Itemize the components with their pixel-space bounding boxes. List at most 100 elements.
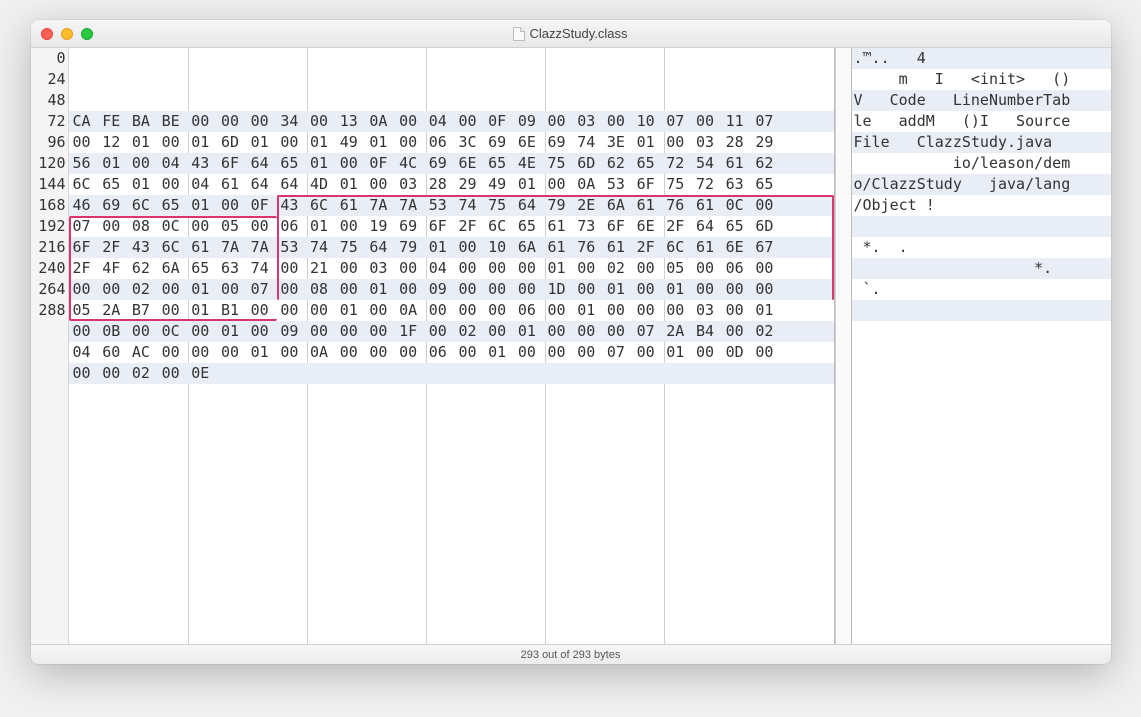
hex-byte[interactable]: 00: [73, 321, 103, 342]
hex-byte[interactable]: 61: [340, 195, 370, 216]
hex-byte[interactable]: 00: [221, 342, 251, 363]
hex-byte[interactable]: 0F: [369, 153, 399, 174]
hex-byte[interactable]: 4D: [310, 174, 340, 195]
hex-byte[interactable]: 65: [755, 174, 785, 195]
hex-byte[interactable]: 00: [310, 321, 340, 342]
hex-byte[interactable]: 04: [191, 174, 221, 195]
ascii-row[interactable]: *. .: [852, 237, 1111, 258]
hex-byte[interactable]: 00: [280, 342, 310, 363]
hex-byte[interactable]: 00: [458, 300, 488, 321]
hex-byte[interactable]: 01: [429, 237, 459, 258]
hex-byte[interactable]: 04: [429, 111, 459, 132]
hex-byte[interactable]: 00: [73, 279, 103, 300]
hex-byte[interactable]: 29: [755, 132, 785, 153]
hex-byte[interactable]: 0A: [577, 174, 607, 195]
hex-byte[interactable]: 02: [132, 279, 162, 300]
hex-byte[interactable]: 00: [458, 237, 488, 258]
hex-byte[interactable]: 01: [310, 216, 340, 237]
hex-byte[interactable]: 00: [162, 132, 192, 153]
hex-byte[interactable]: 6F: [429, 216, 459, 237]
hex-byte[interactable]: 00: [280, 300, 310, 321]
hex-byte[interactable]: 74: [251, 258, 281, 279]
hex-byte[interactable]: 6C: [132, 195, 162, 216]
hex-byte[interactable]: 11: [726, 111, 756, 132]
hex-byte[interactable]: 7A: [251, 237, 281, 258]
hex-byte[interactable]: 6D: [577, 153, 607, 174]
hex-byte[interactable]: 00: [696, 111, 726, 132]
hex-byte[interactable]: 00: [251, 216, 281, 237]
hex-byte[interactable]: 62: [132, 258, 162, 279]
hex-byte[interactable]: 00: [162, 174, 192, 195]
hex-byte[interactable]: 49: [340, 132, 370, 153]
hex-byte[interactable]: 00: [488, 300, 518, 321]
hex-byte[interactable]: 00: [73, 132, 103, 153]
hex-byte[interactable]: 65: [726, 216, 756, 237]
hex-byte[interactable]: 00: [488, 279, 518, 300]
hex-byte[interactable]: 01: [666, 342, 696, 363]
hex-row[interactable]: 0460AC00000001000A0000000600010000000700…: [69, 342, 834, 363]
hex-byte[interactable]: 02: [755, 321, 785, 342]
hex-byte[interactable]: 00: [221, 111, 251, 132]
hex-byte[interactable]: 4C: [399, 153, 429, 174]
hex-byte[interactable]: 0D: [726, 342, 756, 363]
hex-byte[interactable]: 6C: [488, 216, 518, 237]
hex-byte[interactable]: 00: [607, 111, 637, 132]
hex-byte[interactable]: 1D: [548, 279, 578, 300]
hex-byte[interactable]: 01: [518, 321, 548, 342]
hex-byte[interactable]: 00: [102, 363, 132, 384]
hex-byte[interactable]: 00: [399, 132, 429, 153]
hex-row[interactable]: 052AB70001B100000001000A0000000600010000…: [69, 300, 834, 321]
hex-byte[interactable]: 07: [73, 216, 103, 237]
hex-byte[interactable]: 00: [251, 111, 281, 132]
hex-byte[interactable]: 00: [577, 342, 607, 363]
hex-byte[interactable]: 00: [191, 321, 221, 342]
hex-byte[interactable]: 00: [518, 258, 548, 279]
hex-byte[interactable]: 00: [132, 321, 162, 342]
hex-byte[interactable]: 07: [251, 279, 281, 300]
hex-byte[interactable]: 00: [280, 258, 310, 279]
hex-byte[interactable]: 00: [280, 132, 310, 153]
hex-byte[interactable]: 6F: [73, 237, 103, 258]
hex-byte[interactable]: 04: [429, 258, 459, 279]
hex-byte[interactable]: 06: [429, 342, 459, 363]
hex-byte[interactable]: 00: [399, 279, 429, 300]
hex-byte[interactable]: 61: [191, 237, 221, 258]
hex-byte[interactable]: 00: [369, 174, 399, 195]
ascii-row[interactable]: `.: [852, 279, 1111, 300]
hex-byte[interactable]: 6A: [518, 237, 548, 258]
hex-byte[interactable]: 53: [280, 237, 310, 258]
hex-byte[interactable]: 07: [607, 342, 637, 363]
hex-byte[interactable]: 61: [548, 237, 578, 258]
hex-byte[interactable]: 19: [369, 216, 399, 237]
hex-byte[interactable]: 61: [726, 153, 756, 174]
hex-byte[interactable]: 69: [429, 153, 459, 174]
hex-byte[interactable]: 03: [399, 174, 429, 195]
hex-byte[interactable]: 01: [577, 300, 607, 321]
hex-byte[interactable]: 0A: [369, 111, 399, 132]
hex-row[interactable]: 000002000E: [69, 363, 834, 384]
hex-byte[interactable]: 73: [577, 216, 607, 237]
hex-byte[interactable]: 00: [310, 300, 340, 321]
hex-byte[interactable]: 64: [251, 174, 281, 195]
hex-byte[interactable]: 01: [132, 132, 162, 153]
hex-byte[interactable]: 2F: [666, 216, 696, 237]
hex-byte[interactable]: 65: [518, 216, 548, 237]
ascii-row[interactable]: le addM ()I Source: [852, 111, 1111, 132]
hex-byte[interactable]: 72: [666, 153, 696, 174]
ascii-row[interactable]: m I <init> (): [852, 69, 1111, 90]
hex-row[interactable]: 000B000C000100090000001F0002000100000007…: [69, 321, 834, 342]
hex-byte[interactable]: 00: [726, 279, 756, 300]
hex-byte[interactable]: 00: [458, 111, 488, 132]
hex-byte[interactable]: 01: [310, 132, 340, 153]
hex-byte[interactable]: 2F: [102, 237, 132, 258]
hex-byte[interactable]: 2F: [637, 237, 667, 258]
hex-byte[interactable]: 62: [607, 153, 637, 174]
ascii-row[interactable]: o/ClazzStudy java/lang: [852, 174, 1111, 195]
hex-byte[interactable]: 74: [577, 132, 607, 153]
hex-byte[interactable]: 7A: [221, 237, 251, 258]
hex-byte[interactable]: 63: [726, 174, 756, 195]
hex-byte[interactable]: 61: [221, 174, 251, 195]
hex-byte[interactable]: 75: [548, 153, 578, 174]
hex-byte[interactable]: 01: [666, 279, 696, 300]
hex-byte[interactable]: BE: [162, 111, 192, 132]
